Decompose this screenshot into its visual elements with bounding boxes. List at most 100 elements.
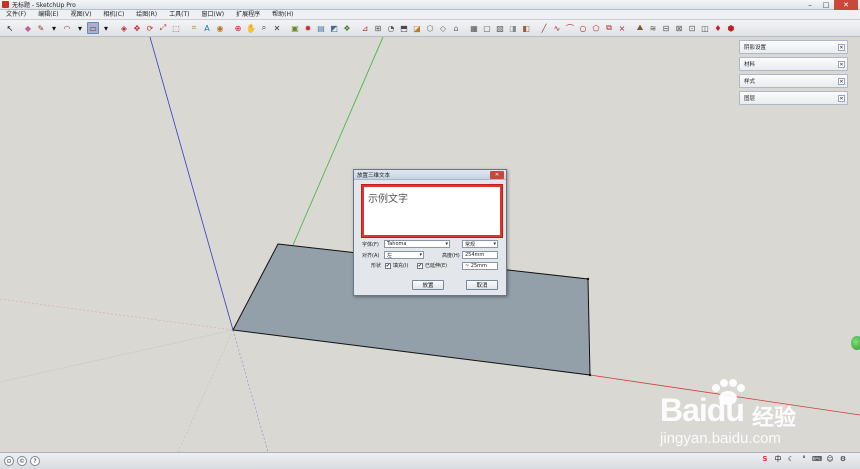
arc-dropdown-icon[interactable]: ▾ bbox=[74, 22, 86, 34]
dimension-icon[interactable]: ⊞ bbox=[372, 22, 384, 34]
axes-icon[interactable]: ⊿ bbox=[359, 22, 371, 34]
menu-tools[interactable]: 工具(T) bbox=[163, 10, 195, 20]
text-input[interactable] bbox=[361, 184, 503, 238]
zoom-icon[interactable]: ⌕ bbox=[258, 22, 270, 34]
smoove-icon[interactable]: ≋ bbox=[647, 22, 659, 34]
shaded-icon[interactable]: ◨ bbox=[507, 22, 519, 34]
close-icon[interactable]: ✕ bbox=[838, 61, 845, 68]
eraser-tool-icon[interactable]: ◆ bbox=[22, 22, 34, 34]
close-icon[interactable]: ✕ bbox=[834, 0, 858, 10]
sogou-input-icon[interactable]: S bbox=[760, 454, 770, 464]
close-icon[interactable]: ✕ bbox=[838, 95, 845, 102]
front-view-icon[interactable]: ⌂ bbox=[450, 22, 462, 34]
fill-checkbox[interactable]: ✔ bbox=[385, 262, 391, 269]
pencil-tool-icon[interactable]: ✎ bbox=[35, 22, 47, 34]
moon-icon[interactable]: ☾ bbox=[786, 454, 796, 464]
shape-dropdown-icon[interactable]: ▾ bbox=[100, 22, 112, 34]
menu-help[interactable]: 帮助(H) bbox=[266, 10, 299, 20]
push-pull-icon[interactable]: ◈ bbox=[118, 22, 130, 34]
close-icon[interactable]: ✕ bbox=[838, 44, 845, 51]
language-icon[interactable]: 中 bbox=[773, 454, 783, 464]
xray-icon[interactable]: ▦ bbox=[468, 22, 480, 34]
3d-text-icon[interactable]: ⬒ bbox=[398, 22, 410, 34]
help-icon[interactable]: ? bbox=[30, 456, 40, 466]
credits-icon[interactable]: © bbox=[17, 456, 27, 466]
follow-me-icon[interactable]: ⬚ bbox=[170, 22, 182, 34]
menu-window[interactable]: 窗口(W) bbox=[196, 10, 231, 20]
dialog-title-bar[interactable]: 放置三维文本 ✕ bbox=[354, 170, 506, 180]
tray-shadows[interactable]: 阴影设置 ✕ bbox=[739, 40, 848, 54]
punctuation-icon[interactable]: ° bbox=[799, 454, 809, 464]
freehand-icon[interactable]: ∿ bbox=[551, 22, 563, 34]
orbit-icon[interactable]: ⊕ bbox=[232, 22, 244, 34]
add-detail-icon[interactable]: ⊡ bbox=[686, 22, 698, 34]
menu-camera[interactable]: 相机(C) bbox=[97, 10, 130, 20]
paint-bucket-icon[interactable]: ◉ bbox=[214, 22, 226, 34]
arc-tool-icon[interactable]: ◠ bbox=[61, 22, 73, 34]
extension-warehouse-icon[interactable]: ✹ bbox=[302, 22, 314, 34]
move-tool-icon[interactable]: ✥ bbox=[131, 22, 143, 34]
pan-icon[interactable]: ✋ bbox=[245, 22, 257, 34]
offset-icon[interactable]: ⧉ bbox=[603, 22, 615, 34]
align-select[interactable]: 左 ▾ bbox=[384, 251, 424, 259]
menu-file[interactable]: 文件(F) bbox=[0, 10, 32, 20]
font-value: Tahoma bbox=[387, 241, 407, 247]
menu-extensions[interactable]: 扩展程序 bbox=[230, 10, 266, 20]
maximize-icon[interactable]: □ bbox=[818, 0, 834, 10]
wireframe-icon[interactable]: ▢ bbox=[481, 22, 493, 34]
text-tool-icon[interactable]: A bbox=[201, 22, 213, 34]
warehouse-icon[interactable]: ▣ bbox=[289, 22, 301, 34]
circle-tool-icon[interactable]: ○ bbox=[577, 22, 589, 34]
sandbox-icon[interactable]: ⛰ bbox=[634, 22, 646, 34]
sketchup-su-icon[interactable]: ⬢ bbox=[725, 22, 737, 34]
style-builder-icon[interactable]: ◩ bbox=[328, 22, 340, 34]
layout-icon[interactable]: ▤ bbox=[315, 22, 327, 34]
person-icon[interactable]: ☺ bbox=[825, 454, 835, 464]
menu-view[interactable]: 视图(V) bbox=[65, 10, 98, 20]
settings-icon[interactable]: ⚙ bbox=[838, 454, 848, 464]
flip-edge-icon[interactable]: ◫ bbox=[699, 22, 711, 34]
menu-edit[interactable]: 编辑(E) bbox=[32, 10, 64, 20]
arc-2pt-icon[interactable]: ⌒ bbox=[564, 22, 576, 34]
keyboard-icon[interactable]: ⌨ bbox=[812, 454, 822, 464]
green-axis-dashed bbox=[177, 329, 234, 452]
tray-materials[interactable]: 材料 ✕ bbox=[739, 57, 848, 71]
scale-tool-icon[interactable]: ⤢ bbox=[157, 22, 169, 34]
line-dropdown-icon[interactable]: ▾ bbox=[48, 22, 60, 34]
intersect-icon[interactable]: ⨯ bbox=[616, 22, 628, 34]
tape-measure-icon[interactable]: ⌗ bbox=[188, 22, 200, 34]
font-select[interactable]: Tahoma ▾ bbox=[384, 240, 450, 248]
cancel-button[interactable]: 取消 bbox=[466, 280, 498, 290]
style-select[interactable]: 常规 ▾ bbox=[462, 240, 498, 248]
menu-draw[interactable]: 绘图(R) bbox=[130, 10, 163, 20]
extrude-checkbox[interactable]: ✔ bbox=[417, 262, 423, 269]
minimize-icon[interactable]: – bbox=[802, 0, 818, 10]
protractor-icon[interactable]: ◔ bbox=[385, 22, 397, 34]
shaded-texture-icon[interactable]: ◧ bbox=[520, 22, 532, 34]
ruby-console-icon[interactable]: ♦ bbox=[712, 22, 724, 34]
toolbar-separator bbox=[227, 22, 231, 34]
line-tool-icon[interactable]: ╱ bbox=[538, 22, 550, 34]
green-sphere-icon[interactable] bbox=[851, 336, 860, 350]
components-icon[interactable]: ❖ bbox=[341, 22, 353, 34]
rectangle-tool-icon[interactable]: ▭ bbox=[87, 22, 99, 34]
rotate-tool-icon[interactable]: ⟳ bbox=[144, 22, 156, 34]
height-input[interactable]: 254mm bbox=[462, 251, 498, 259]
top-view-icon[interactable]: ◇ bbox=[437, 22, 449, 34]
zoom-extents-icon[interactable]: ✕ bbox=[271, 22, 283, 34]
polygon-tool-icon[interactable]: ⬠ bbox=[590, 22, 602, 34]
select-tool-icon[interactable]: ↖ bbox=[4, 22, 16, 34]
section-plane-icon[interactable]: ◪ bbox=[411, 22, 423, 34]
close-icon[interactable]: ✕ bbox=[490, 171, 504, 179]
hidden-line-icon[interactable]: ▧ bbox=[494, 22, 506, 34]
close-icon[interactable]: ✕ bbox=[838, 78, 845, 85]
title-bar: 无标题 - SketchUp Pro – □ ✕ bbox=[0, 0, 860, 10]
stamp-icon[interactable]: ⊟ bbox=[660, 22, 672, 34]
tray-styles[interactable]: 样式 ✕ bbox=[739, 74, 848, 88]
iso-view-icon[interactable]: ⬡ bbox=[424, 22, 436, 34]
extrude-input[interactable]: ~ 25mm bbox=[462, 262, 498, 270]
place-button[interactable]: 放置 bbox=[412, 280, 444, 290]
drape-icon[interactable]: ⊠ bbox=[673, 22, 685, 34]
tray-layers[interactable]: 图层 ✕ bbox=[739, 91, 848, 105]
geo-location-icon[interactable]: ⊙ bbox=[4, 456, 14, 466]
